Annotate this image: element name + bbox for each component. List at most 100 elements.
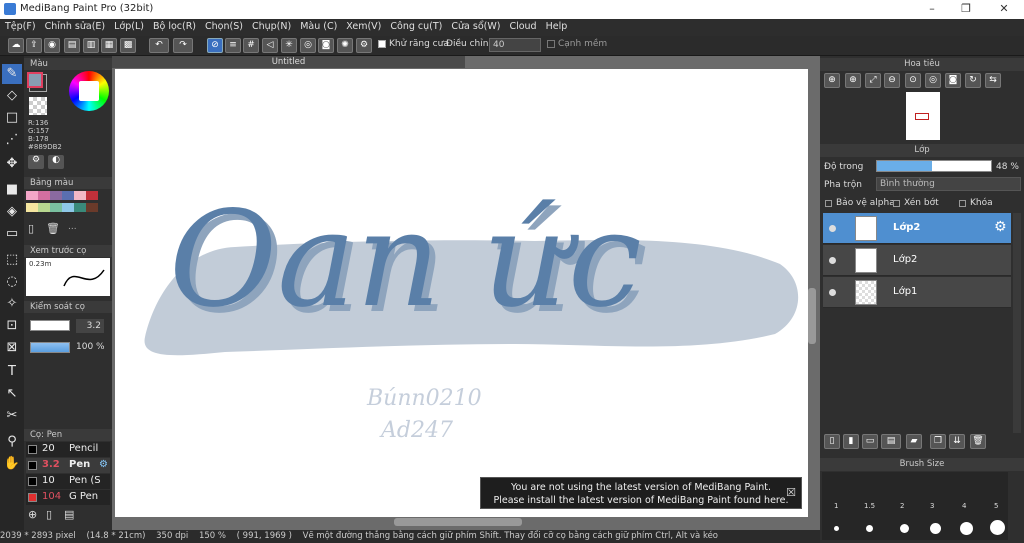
snap-perspective-icon[interactable]: ◁	[262, 38, 278, 53]
eyedropper-tool-icon[interactable]: ⚲	[2, 432, 22, 452]
dot-tool-icon[interactable]: ⋰	[2, 130, 22, 150]
folder-icon[interactable]: ▰	[906, 434, 922, 449]
adjust-input[interactable]: 40	[489, 38, 541, 52]
palette-swatches[interactable]	[26, 191, 100, 215]
foreground-color-swatch[interactable]	[27, 72, 43, 88]
message-icon[interactable]: ▤	[64, 38, 80, 53]
layer-row-selected[interactable]: Lớp2 ⚙	[823, 213, 1011, 244]
layer-settings-icon[interactable]: ⚙	[994, 219, 1007, 235]
snap-circle-icon[interactable]: ◎	[300, 38, 316, 53]
color-wheel[interactable]	[69, 71, 109, 111]
delete-layer-icon[interactable]: 🗑	[970, 434, 986, 449]
rotate-icon[interactable]: ◎	[925, 73, 941, 88]
navigator-preview[interactable]	[906, 92, 940, 140]
reset-rotate-icon[interactable]: ↻	[965, 73, 981, 88]
delete-palette-icon[interactable]: 🗑	[46, 222, 60, 235]
snap-radial-icon[interactable]: ✳	[281, 38, 297, 53]
cloud-icon[interactable]: ☁	[8, 38, 24, 53]
layer-scrollbar[interactable]	[1013, 213, 1021, 433]
visibility-icon[interactable]	[829, 289, 836, 296]
add-layer-menu-icon[interactable]: ▤	[881, 434, 901, 449]
fit-icon[interactable]: ⤢	[865, 73, 881, 88]
move-tool-icon[interactable]: ✥	[2, 154, 22, 174]
menu-window[interactable]: Cửa sổ(W)	[446, 19, 504, 32]
layout-icon[interactable]: ▩	[120, 38, 136, 53]
lasso-tool-icon[interactable]: ◌	[2, 272, 22, 292]
protect-alpha-checkbox[interactable]	[825, 200, 832, 207]
menu-view[interactable]: Xem(V)	[341, 19, 385, 32]
select-pen-tool-icon[interactable]: ⊡	[2, 316, 22, 336]
minimize-button[interactable]: –	[922, 2, 942, 15]
brush-settings-icon[interactable]: ⚙	[99, 459, 108, 470]
add-brush-icon[interactable]: ⊕	[28, 508, 42, 522]
upload-icon[interactable]: ⇪	[26, 38, 42, 53]
new-layer-color-icon[interactable]: ▮	[843, 434, 859, 449]
brush-menu-icon[interactable]: ▤	[64, 508, 82, 522]
snap-parallel-icon[interactable]: ≡	[225, 38, 241, 53]
hand-tool-icon[interactable]: ✋	[2, 454, 22, 474]
close-button[interactable]: ✕	[994, 2, 1014, 15]
color-picker-icon[interactable]: ⚙	[28, 155, 44, 169]
snap-grid-icon[interactable]: #	[243, 38, 259, 53]
zoom-in-alt-icon[interactable]: ⊕	[845, 73, 861, 88]
redo-icon[interactable]: ↷	[173, 38, 193, 53]
merge-layer-icon[interactable]: ⇊	[949, 434, 965, 449]
menu-filter[interactable]: Bộ lọc(R)	[148, 19, 200, 32]
menu-edit[interactable]: Chỉnh sửa(E)	[40, 19, 110, 32]
grid-icon[interactable]: ▦	[101, 38, 117, 53]
menu-capture[interactable]: Chụp(N)	[247, 19, 295, 32]
menu-help[interactable]: Help	[541, 19, 572, 32]
snap-ellipse-icon[interactable]: ◙	[318, 38, 334, 53]
horizontal-scrollbar[interactable]	[394, 518, 522, 526]
menu-color[interactable]: Màu (C)	[295, 19, 341, 32]
brush-tool-icon[interactable]: ✎	[2, 64, 22, 84]
actual-size-icon[interactable]: ⊙	[905, 73, 921, 88]
divide-tool-icon[interactable]: ✂	[2, 406, 22, 426]
gradient-tool-icon[interactable]: ▭	[2, 224, 22, 244]
vertical-scrollbar[interactable]	[808, 288, 816, 344]
color-settings-icon[interactable]: ◐	[48, 155, 64, 169]
layer-row[interactable]: Lớp2	[823, 245, 1011, 276]
clip-checkbox[interactable]	[893, 200, 900, 207]
navigator-viewport[interactable]	[915, 113, 929, 120]
update-notice[interactable]: You are not using the latest version of …	[480, 477, 802, 509]
transparent-color-swatch[interactable]	[29, 97, 47, 115]
lock-checkbox[interactable]	[959, 200, 966, 207]
new-palette-icon[interactable]: ▯	[28, 222, 42, 235]
fill-rect-tool-icon[interactable]: ■	[2, 180, 22, 200]
menu-layer[interactable]: Lớp(L)	[109, 19, 148, 32]
new-layer-icon[interactable]: ▯	[824, 434, 840, 449]
brush-item[interactable]: 10 Pen (S	[26, 474, 110, 489]
operation-tool-icon[interactable]: ↖	[2, 384, 22, 404]
magic-wand-tool-icon[interactable]: ✧	[2, 294, 22, 314]
text-tool-icon[interactable]: T	[2, 362, 22, 382]
zoom-out-icon[interactable]: ⊖	[884, 73, 900, 88]
brush-item[interactable]: 20 Pencil	[26, 442, 110, 457]
document-tab[interactable]: Untitled	[112, 56, 465, 68]
blend-mode-select[interactable]: Bình thường	[876, 177, 1021, 191]
brush-size-option[interactable]: 3	[930, 502, 934, 510]
rectangle-tool-icon[interactable]: □	[2, 108, 22, 128]
snap-curve-icon[interactable]: ✺	[337, 38, 353, 53]
brush-size-option[interactable]: 5	[994, 502, 998, 510]
zoom-in-icon[interactable]: ⊕	[824, 73, 840, 88]
document-icon[interactable]: ▥	[83, 38, 99, 53]
bucket-tool-icon[interactable]: ◈	[2, 202, 22, 222]
opacity-slider[interactable]	[876, 160, 992, 172]
settings-icon[interactable]: ⚙	[356, 38, 372, 53]
brush-item-selected[interactable]: 3.2 Pen ⚙	[26, 458, 110, 473]
visibility-icon[interactable]	[829, 225, 836, 232]
select-tool-icon[interactable]: ⬚	[2, 250, 22, 270]
new-halftone-layer-icon[interactable]: ▭	[862, 434, 878, 449]
brush-item[interactable]: 104 G Pen	[26, 490, 110, 505]
brush-size-option[interactable]: 1	[834, 502, 838, 510]
copy-brush-icon[interactable]: ▯	[46, 508, 60, 522]
layer-row[interactable]: Lớp1	[823, 277, 1011, 308]
undo-icon[interactable]: ↶	[149, 38, 169, 53]
visibility-icon[interactable]	[829, 257, 836, 264]
menu-file[interactable]: Tệp(F)	[0, 19, 40, 32]
flip-horizontal-icon[interactable]: ⇆	[985, 73, 1001, 88]
brush-opacity-slider[interactable]	[30, 342, 70, 353]
notice-close-icon[interactable]: ☒	[786, 486, 796, 499]
smooth-checkbox[interactable]	[547, 40, 555, 48]
